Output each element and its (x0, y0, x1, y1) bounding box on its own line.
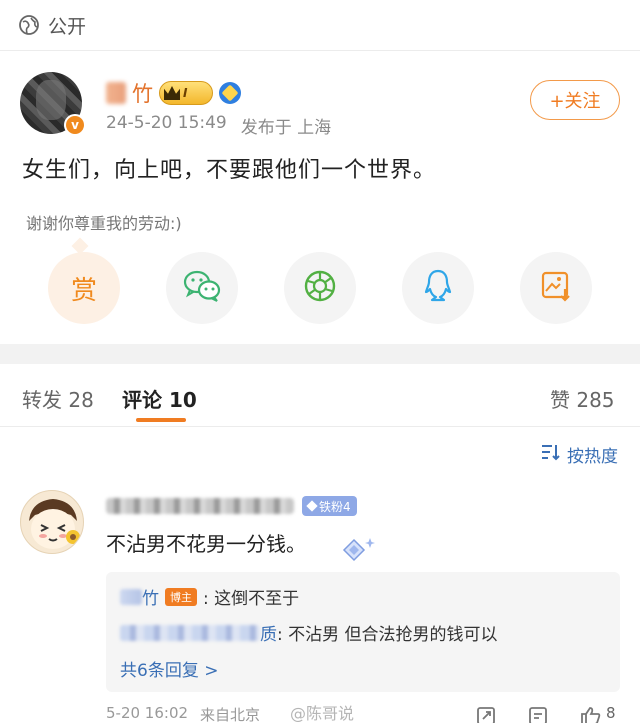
wechat-icon (182, 269, 222, 307)
active-tab-indicator (136, 418, 186, 422)
reply-text: : 这倒不至于 (203, 589, 300, 609)
tab-comment-count: 10 (168, 388, 197, 412)
diamond-icon (306, 500, 318, 512)
tab-like-count: 285 (576, 388, 615, 412)
fan-badge-label: 铁粉4 (319, 499, 351, 514)
reply-author-name[interactable]: 质 (260, 620, 277, 645)
reply-item[interactable]: 竹 博主 : 这倒不至于 (120, 584, 299, 609)
comment-source: 来自北京 (200, 706, 261, 723)
watermark: @陈哥说 (290, 704, 355, 723)
tab-repost-label: 转发 (22, 388, 62, 412)
reply-item[interactable]: 质 : 不沾男 但合法抢男的钱可以 (120, 620, 498, 645)
blogger-badge: 博主 (165, 587, 197, 606)
author-name[interactable]: 竹 (132, 78, 153, 108)
visibility-label: 公开 (48, 15, 87, 38)
comment-footer: 5-20 16:02 来自北京 (106, 704, 260, 723)
member-level: I (183, 86, 188, 100)
view-all-replies-link[interactable]: 共6条回复 > (120, 656, 218, 681)
thumbs-up-icon[interactable] (580, 706, 602, 723)
author-row: 竹 I (106, 78, 241, 108)
tab-comment[interactable]: 评论 10 (122, 384, 197, 413)
sort-icon (541, 443, 561, 466)
save-image-icon (539, 269, 573, 307)
share-qq-button[interactable] (402, 252, 474, 324)
commenter-avatar[interactable] (20, 490, 84, 554)
share-moments-button[interactable] (284, 252, 356, 324)
save-image-button[interactable] (520, 252, 592, 324)
tab-like-label: 赞 (550, 388, 570, 412)
share-icon[interactable] (476, 706, 496, 723)
globe-icon (18, 14, 40, 36)
reply-author-name[interactable]: 竹 (142, 584, 159, 609)
author-name-redacted (106, 82, 126, 104)
comment-like-count: 8 (606, 704, 616, 722)
reply-author-redacted (120, 588, 142, 605)
commenter-name-redacted[interactable] (106, 498, 294, 514)
tab-like[interactable]: 赞 285 (550, 384, 615, 413)
share-wechat-button[interactable] (166, 252, 238, 324)
reply-preview[interactable]: 竹 博主 : 这倒不至于 质 : 不沾男 但合法抢男的钱可以 共6条回复 > (106, 572, 620, 692)
reply-author-redacted (120, 624, 260, 641)
sort-by-hot-button[interactable]: 按热度 (541, 442, 618, 467)
divider (0, 50, 640, 51)
fan-badge[interactable]: 铁粉4 (302, 496, 357, 516)
tab-repost-count: 28 (68, 388, 94, 412)
follow-button[interactable]: +关注 (530, 80, 620, 120)
verified-v-icon: v (64, 114, 86, 136)
comment-text: 不沾男不花男一分钱。 (106, 532, 306, 556)
reply-text: : 不沾男 但合法抢男的钱可以 (277, 625, 498, 645)
post-text: 女生们，向上吧，不要跟他们一个世界。 (22, 158, 437, 183)
qq-icon (423, 268, 453, 308)
reward-icon: 赏 (70, 275, 97, 306)
sparkle-icon (340, 536, 376, 570)
post-location: 发布于 上海 (240, 118, 332, 138)
interaction-tabs: 转发 28 评论 10 赞 285 (0, 364, 640, 426)
crown-icon (164, 86, 180, 100)
section-divider (0, 344, 640, 364)
visibility-indicator: 公开 (18, 12, 86, 38)
tab-comment-label: 评论 (122, 388, 162, 412)
tab-repost[interactable]: 转发 28 (22, 384, 94, 413)
sort-label: 按热度 (567, 447, 618, 467)
divider (0, 426, 640, 427)
member-crown-badge[interactable]: I (159, 81, 213, 105)
reward-button[interactable]: 赏 (48, 252, 120, 324)
blue-verified-icon (219, 82, 241, 104)
post-meta: 24-5-20 15:49 发布于 上海 (106, 113, 331, 138)
reward-tip: 谢谢你尊重我的劳动:) (26, 214, 182, 233)
commenter-name-row: 铁粉4 (106, 496, 357, 516)
comment-time: 5-20 16:02 (106, 704, 189, 722)
post-timestamp: 24-5-20 15:49 (106, 113, 227, 133)
reply-icon[interactable] (528, 706, 548, 723)
moments-icon (303, 269, 337, 307)
